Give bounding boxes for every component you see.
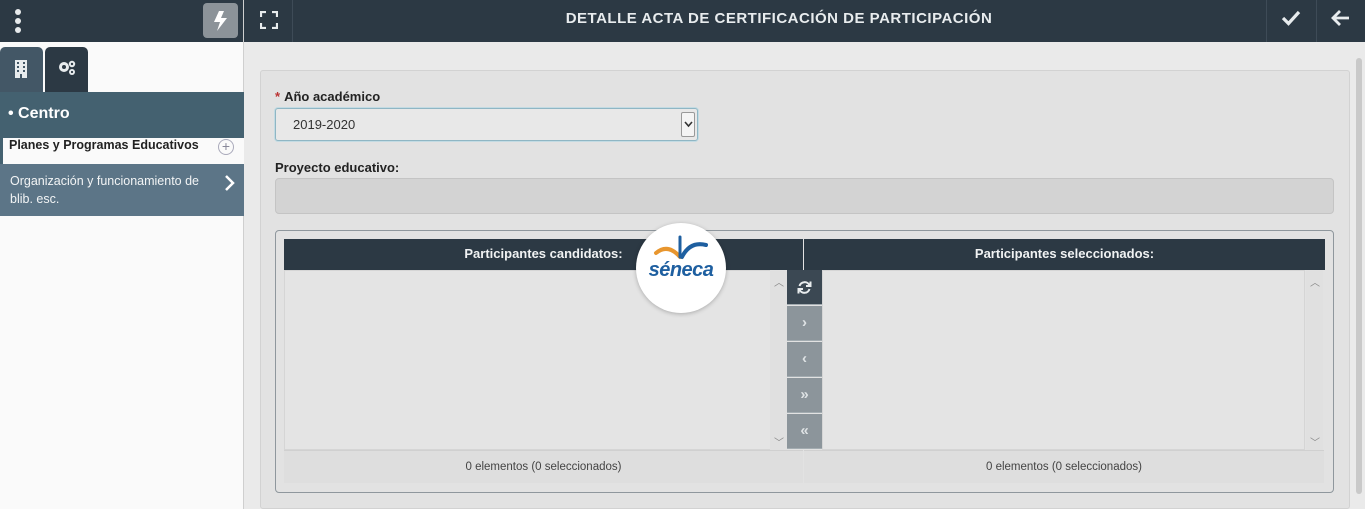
move-all-left-button[interactable]: « <box>787 414 822 449</box>
bolt-icon <box>214 11 227 31</box>
scroll-down-icon[interactable]: ﹀ <box>1310 434 1320 449</box>
tab-configuracion[interactable] <box>45 47 88 92</box>
project-label: Proyecto educativo: <box>275 160 400 175</box>
move-left-icon: ‹ <box>802 350 807 367</box>
sidebar-tabs <box>0 47 244 92</box>
arrow-left-icon <box>1331 10 1349 26</box>
academic-year-value: 2019-2020 <box>293 117 356 132</box>
move-left-button[interactable]: ‹ <box>787 342 822 377</box>
header-bar: DETALLE ACTA DE CERTIFICACIÓN DE PARTICI… <box>244 0 1365 42</box>
sidebar-item-label: Planes y Programas Educativos <box>9 138 199 152</box>
move-right-button[interactable]: › <box>787 306 822 341</box>
scroll-up-icon[interactable]: ︿ <box>1310 274 1320 289</box>
sidebar-section-title: • Centro <box>0 92 244 138</box>
project-field <box>275 178 1334 214</box>
confirm-button[interactable] <box>1266 0 1314 42</box>
kebab-menu-icon[interactable] <box>11 9 25 33</box>
chevron-right-icon <box>225 175 235 191</box>
selected-header: Participantes seleccionados: <box>804 239 1325 270</box>
page-title: DETALLE ACTA DE CERTIFICACIÓN DE PARTICI… <box>565 10 993 27</box>
dropdown-arrow[interactable] <box>681 112 695 137</box>
scroll-down-icon[interactable]: ﹀ <box>774 434 784 449</box>
academic-year-label-text: Año académico <box>284 89 381 104</box>
move-all-right-icon: » <box>800 386 809 403</box>
move-right-icon: › <box>802 314 807 331</box>
refresh-icon <box>797 281 812 294</box>
expand-button[interactable] <box>244 0 293 42</box>
sidebar-item-label: Organización y funcionamiento de blib. e… <box>10 174 200 206</box>
back-button[interactable] <box>1316 0 1364 42</box>
selected-list[interactable] <box>822 270 1305 450</box>
selected-count: 0 elementos (0 seleccionados) <box>804 450 1324 483</box>
required-mark: * <box>275 89 281 104</box>
chevron-down-icon <box>684 121 693 128</box>
scroll-up-icon[interactable]: ︿ <box>774 274 784 289</box>
academic-year-select[interactable]: 2019-2020 <box>275 108 698 141</box>
tab-centro[interactable] <box>0 47 43 92</box>
plus-circle-icon[interactable]: + <box>218 139 234 155</box>
building-icon <box>15 60 27 78</box>
check-icon <box>1281 10 1301 26</box>
bolt-button[interactable] <box>203 3 238 38</box>
candidates-scrollbar[interactable]: ︿ ﹀ <box>770 270 787 450</box>
candidates-count: 0 elementos (0 seleccionados) <box>284 450 803 483</box>
seneca-logo: séneca <box>636 223 726 313</box>
sidebar-item-planes[interactable]: Planes y Programas Educativos + <box>0 138 244 164</box>
move-all-left-icon: « <box>800 422 809 439</box>
refresh-button[interactable] <box>787 270 822 305</box>
sidebar-toolbar <box>0 0 243 42</box>
academic-year-label: * Año académico <box>275 89 380 104</box>
expand-icon <box>260 11 278 29</box>
selected-scrollbar[interactable]: ︿ ﹀ <box>1306 270 1323 450</box>
logo-text: séneca <box>648 259 714 281</box>
sidebar: • Centro Planes y Programas Educativos +… <box>0 0 244 509</box>
gears-icon <box>59 60 76 75</box>
move-all-right-button[interactable]: » <box>787 378 822 413</box>
sidebar-item-organizacion[interactable]: Organización y funcionamiento de blib. e… <box>0 164 244 216</box>
page-scrollbar[interactable] <box>1356 58 1362 494</box>
